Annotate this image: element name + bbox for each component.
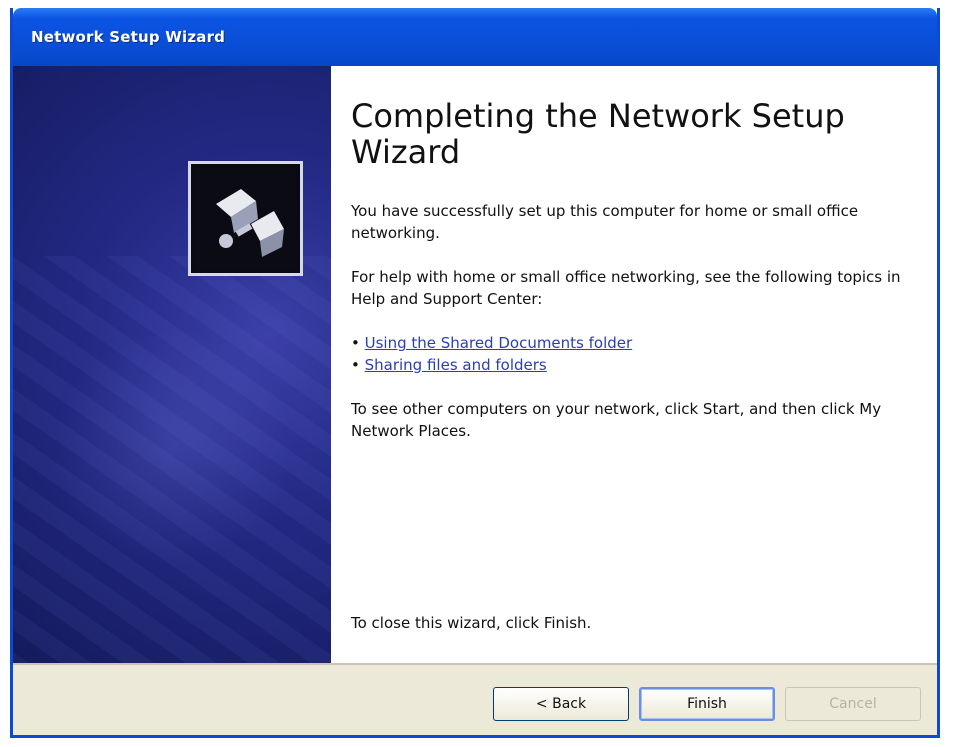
- back-button[interactable]: < Back: [493, 687, 629, 721]
- list-item: • Sharing files and folders: [351, 356, 547, 374]
- finish-button[interactable]: Finish: [639, 687, 775, 721]
- completion-text: You have successfully set up this comput…: [351, 202, 859, 242]
- finish-note: To close this wizard, click Finish.: [351, 614, 592, 632]
- link-shared-documents[interactable]: Using the Shared Documents folder: [365, 334, 633, 352]
- title-bar[interactable]: Network Setup Wizard: [13, 8, 937, 66]
- window-title: Network Setup Wizard: [31, 28, 226, 46]
- list-item: • Using the Shared Documents folder: [351, 334, 633, 352]
- page-title: Completing the Network Setup Wizard: [351, 97, 845, 171]
- wizard-sidebar: [13, 66, 331, 663]
- help-topics-text: For help with home or small office netwo…: [351, 268, 901, 308]
- wizard-content: Completing the Network Setup Wizard You …: [331, 66, 937, 663]
- network-places-text: To see other computers on your network, …: [351, 400, 882, 440]
- wizard-window: Network Setup Wizard Completing the Netw…: [10, 8, 940, 738]
- cancel-button[interactable]: Cancel: [785, 687, 921, 721]
- help-links: • Using the Shared Documents folder • Sh…: [351, 332, 913, 376]
- button-bar: < Back Finish Cancel: [13, 663, 937, 735]
- network-setup-wizard-icon: [188, 161, 303, 276]
- link-sharing-files[interactable]: Sharing files and folders: [365, 356, 547, 374]
